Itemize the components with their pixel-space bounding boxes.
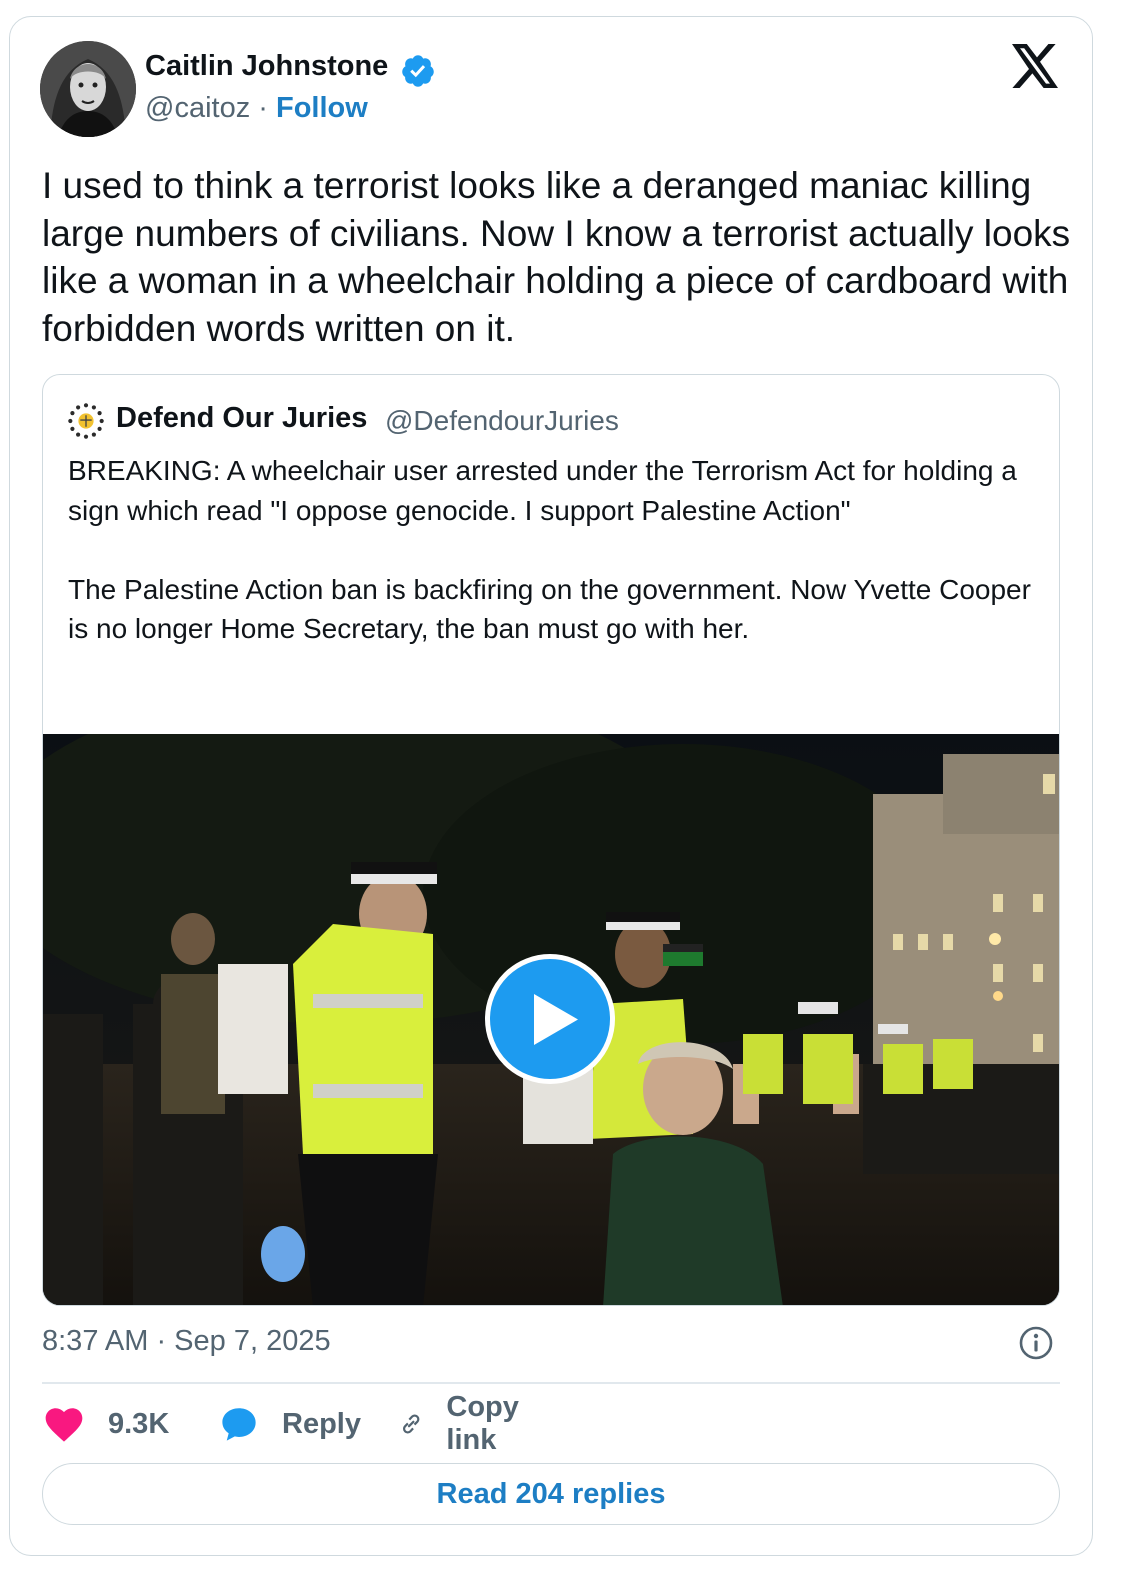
like-count: 9.3K bbox=[108, 1407, 170, 1440]
x-logo-icon[interactable] bbox=[1012, 44, 1060, 88]
reply-bubble-icon bbox=[222, 1408, 256, 1441]
author-handle-line: @caitoz · Follow bbox=[145, 92, 368, 125]
quoted-avatar[interactable] bbox=[67, 402, 105, 440]
video-thumbnail[interactable] bbox=[43, 734, 1059, 1305]
verified-badge-icon bbox=[402, 55, 434, 87]
quoted-author-name[interactable]: Defend Our Juries bbox=[116, 402, 367, 435]
quoted-tweet-text: BREAKING: A wheelchair user arrested und… bbox=[68, 455, 1031, 644]
author-handle[interactable]: @caitoz bbox=[145, 92, 250, 124]
info-icon[interactable] bbox=[1018, 1325, 1054, 1361]
like-button[interactable]: 9.3K bbox=[42, 1400, 169, 1448]
read-replies-button[interactable]: Read 204 replies bbox=[42, 1463, 1060, 1525]
reply-button[interactable]: Reply bbox=[218, 1400, 361, 1448]
divider bbox=[42, 1382, 1060, 1384]
tweet-timestamp[interactable]: 8:37 AM · Sep 7, 2025 bbox=[42, 1325, 331, 1358]
link-icon bbox=[402, 1414, 420, 1434]
author-name[interactable]: Caitlin Johnstone bbox=[145, 50, 388, 83]
heart-icon bbox=[45, 1408, 83, 1442]
follow-button[interactable]: Follow bbox=[276, 92, 368, 124]
quoted-tweet[interactable]: Defend Our Juries @DefendourJuries BREAK… bbox=[42, 374, 1060, 1306]
separator-dot: · bbox=[258, 92, 268, 124]
tweet-text: I used to think a terrorist looks like a… bbox=[42, 165, 1071, 349]
author-avatar[interactable] bbox=[40, 41, 136, 137]
play-button[interactable] bbox=[485, 954, 615, 1084]
play-icon bbox=[534, 994, 578, 1045]
quoted-author-handle[interactable]: @DefendourJuries bbox=[385, 405, 619, 437]
reply-label: Reply bbox=[282, 1407, 361, 1440]
copy-link-button[interactable]: Copy link bbox=[398, 1391, 533, 1456]
copy-link-label: Copy link bbox=[446, 1391, 519, 1456]
